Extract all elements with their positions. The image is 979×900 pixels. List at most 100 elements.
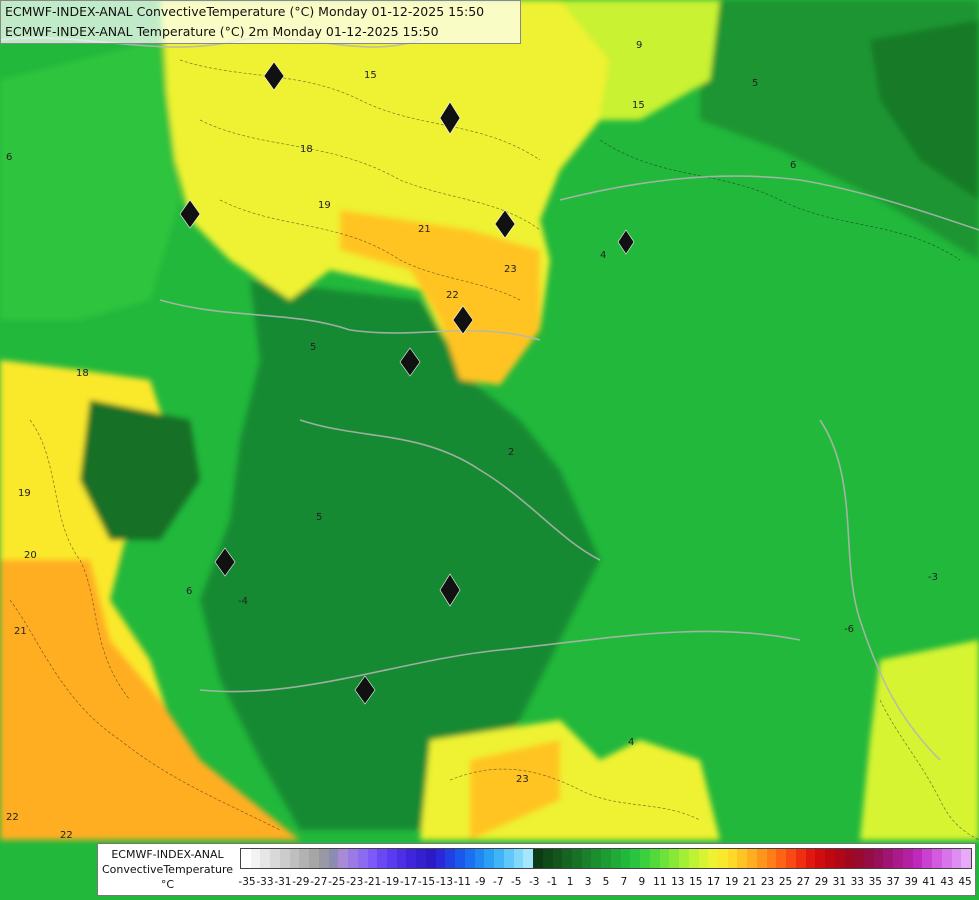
legend-swatch xyxy=(455,849,465,868)
legend-swatch xyxy=(484,849,495,868)
legend-tick-label: -27 xyxy=(310,876,328,888)
legend-swatch xyxy=(951,849,962,868)
legend-swatch xyxy=(601,849,611,868)
contour-label: 18 xyxy=(300,144,313,155)
contour-label: 21 xyxy=(14,626,27,637)
contour-label: 4 xyxy=(628,737,634,748)
legend-tick-label: 13 xyxy=(671,876,685,888)
contour-label: 4 xyxy=(600,250,606,261)
legend-tick-label: -25 xyxy=(328,876,346,888)
legend-tick-label: 9 xyxy=(638,876,646,888)
legend-swatch xyxy=(494,849,504,868)
legend-swatch xyxy=(533,849,543,868)
contour-label: 15 xyxy=(632,100,645,111)
legend-tick-label: 21 xyxy=(742,876,757,888)
contour-label: -4 xyxy=(238,596,248,607)
contour-label: 22 xyxy=(6,812,19,823)
legend-swatch xyxy=(912,849,923,868)
legend-swatch xyxy=(941,849,952,868)
legend-swatch xyxy=(854,849,864,868)
map-title-line-1: ECMWF-INDEX-ANAL ConvectiveTemperature (… xyxy=(5,4,485,19)
legend-swatch xyxy=(737,849,748,868)
contour-label: 5 xyxy=(316,512,322,523)
legend-swatch xyxy=(367,849,378,868)
legend-tick-label: -35 xyxy=(238,876,256,888)
legend-swatch xyxy=(396,849,407,868)
legend-tick-label: 1 xyxy=(566,876,574,888)
contour-label: 23 xyxy=(516,774,529,785)
legend-swatch xyxy=(727,849,738,868)
legend-tick-label: 41 xyxy=(922,876,936,888)
legend-tick-label: 25 xyxy=(778,876,793,888)
legend-tick-label: 19 xyxy=(724,876,739,888)
contour-label: 19 xyxy=(318,200,331,211)
legend-tick-label: 39 xyxy=(904,876,918,888)
legend-swatch xyxy=(883,849,894,868)
legend-swatch xyxy=(289,849,300,868)
legend-tick-label: -21 xyxy=(364,876,382,888)
legend-swatch xyxy=(688,849,699,868)
legend-swatch xyxy=(464,849,475,868)
legend-swatch xyxy=(698,849,709,868)
contour-label: 20 xyxy=(24,550,37,561)
legend-swatch xyxy=(377,849,388,868)
legend-swatch xyxy=(902,849,913,868)
legend-swatch xyxy=(299,849,310,868)
legend-swatch xyxy=(961,849,972,868)
legend-swatch xyxy=(679,849,689,868)
legend-swatch xyxy=(844,849,855,868)
legend-swatch xyxy=(708,849,718,868)
contour-label: 23 xyxy=(504,264,517,275)
legend-tick-label: 7 xyxy=(620,876,628,888)
legend-swatch xyxy=(766,849,777,868)
legend-swatch xyxy=(445,849,456,868)
legend-swatch xyxy=(552,849,563,868)
legend-tick-label: -31 xyxy=(274,876,292,888)
legend-unit: °C xyxy=(160,878,175,891)
contour-label: 5 xyxy=(310,342,316,353)
legend-tick-label: -33 xyxy=(256,876,274,888)
contour-label: 22 xyxy=(60,830,73,841)
legend-swatch xyxy=(815,849,826,868)
contour-label: 19 xyxy=(18,488,31,499)
legend-tick-label: 37 xyxy=(886,876,900,888)
legend-tick-label: -1 xyxy=(546,876,558,888)
legend-tick-label: 33 xyxy=(850,876,864,888)
legend-tick-label: 45 xyxy=(958,876,972,888)
contour-label: 21 xyxy=(418,224,431,235)
legend-tick-label: -29 xyxy=(292,876,310,888)
legend-swatch xyxy=(795,849,806,868)
contour-label: 6 xyxy=(6,152,12,163)
legend-tick-label: -15 xyxy=(417,876,436,888)
legend-swatch xyxy=(825,849,835,868)
legend-swatch xyxy=(474,849,485,868)
legend-tick-label: -17 xyxy=(399,876,418,888)
legend-swatch xyxy=(260,849,271,868)
legend-swatch xyxy=(873,849,884,868)
legend-swatch xyxy=(805,849,816,868)
legend-swatch xyxy=(756,849,767,868)
legend-tick-labels: -35 -33 -31 -29 -27 -25 -23 -21 -19 -17 -15 -13 -11-… xyxy=(238,876,973,890)
legend-swatch xyxy=(328,849,339,868)
legend-swatch xyxy=(318,849,329,868)
legend-swatch xyxy=(834,849,845,868)
legend-swatch xyxy=(542,849,553,868)
legend-swatch xyxy=(620,849,631,868)
map-title-line-2: ECMWF-INDEX-ANAL Temperature (°C) 2m Mon… xyxy=(5,24,439,39)
legend-tick-label: 5 xyxy=(602,876,610,888)
map-title-box: ECMWF-INDEX-ANAL ConvectiveTemperature (… xyxy=(0,0,521,44)
contour-label: 5 xyxy=(752,78,758,89)
contour-label: 18 xyxy=(76,368,89,379)
legend-tick-label: 43 xyxy=(940,876,954,888)
contour-label: 22 xyxy=(446,290,459,301)
legend-tick-label: 15 xyxy=(689,876,703,888)
contour-label: -3 xyxy=(928,572,938,583)
contour-label: 6 xyxy=(790,160,796,171)
legend-tick-label: -7 xyxy=(493,876,504,888)
weather-map[interactable]: 15 18 19 21 22 23 9 15 5 6 4 5 2 6 -4 5 … xyxy=(0,0,979,900)
legend-swatch xyxy=(279,849,290,868)
legend-swatch xyxy=(309,849,319,868)
legend-tick-label: 35 xyxy=(868,876,882,888)
legend-swatch xyxy=(338,849,349,868)
legend-swatch xyxy=(571,849,582,868)
